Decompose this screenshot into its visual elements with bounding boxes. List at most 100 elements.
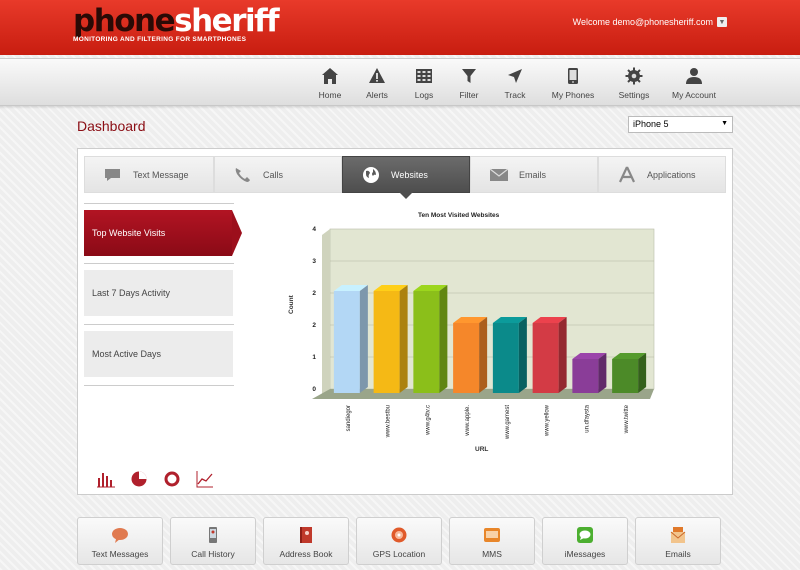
- chart-y-axis-label: Count: [288, 295, 295, 314]
- side-item-top-website-visits[interactable]: Top Website Visits: [84, 210, 242, 256]
- welcome-text: Welcome demo@phonesheriff.com: [572, 17, 713, 27]
- tab-label: Emails: [519, 169, 547, 180]
- tab-emails[interactable]: Emails: [470, 156, 598, 193]
- tab-websites[interactable]: Websites: [342, 156, 470, 199]
- chart-bar-side: [359, 285, 368, 393]
- user-icon: [686, 68, 702, 84]
- page-title: Dashboard: [77, 118, 146, 134]
- home-icon: [322, 68, 338, 84]
- nav-settings-label: Settings: [618, 90, 650, 100]
- nav-track[interactable]: Track: [487, 67, 543, 100]
- globe-icon: [361, 166, 381, 183]
- email-icon: [489, 167, 509, 183]
- tile-label: GPS Location: [372, 549, 426, 559]
- chart-bar: [572, 359, 599, 393]
- tab-text-message[interactable]: Text Message: [84, 156, 214, 193]
- logs-icon: [416, 69, 432, 83]
- nav-my-phones-label: My Phones: [551, 90, 595, 100]
- chart-x-tick-label: sandiegor: [346, 405, 352, 431]
- chart-bar-side: [638, 353, 647, 393]
- donut-chart-icon[interactable]: [163, 470, 181, 488]
- chart-bar-side: [598, 353, 607, 393]
- tile-imessages[interactable]: iMessages: [542, 517, 628, 565]
- imessage-icon: [577, 527, 593, 543]
- chart-type-switcher: [97, 470, 214, 488]
- chevron-down-icon: ▼: [721, 120, 728, 127]
- tile-emails[interactable]: Emails: [635, 517, 721, 565]
- chart-y-tick-label: 1: [312, 354, 316, 361]
- side-item-most-active-days[interactable]: Most Active Days: [84, 331, 233, 377]
- chart-y-tick-label: 0: [312, 386, 316, 393]
- nav-my-account-label: My Account: [672, 90, 716, 100]
- chart-bar: [413, 291, 440, 393]
- nav-track-label: Track: [504, 90, 526, 100]
- chart-bar: [453, 323, 480, 393]
- bar-chart: 0 1 2 2 3 4 sandiegor www.bestbu www.g4tv.c www.a…: [312, 226, 655, 440]
- welcome-menu[interactable]: Welcome demo@phonesheriff.com ▼: [573, 17, 727, 27]
- side-item-label: Most Active Days: [92, 349, 162, 359]
- call-icon: [233, 167, 253, 183]
- chart-bar-side: [439, 285, 448, 393]
- side-item-label: Top Website Visits: [92, 228, 166, 238]
- tab-applications[interactable]: Applications: [598, 156, 726, 193]
- tab-label: Websites: [391, 169, 428, 180]
- call-history-icon: [209, 527, 217, 543]
- phone-icon: [568, 68, 578, 84]
- chart-x-tick-label: www.apple.: [465, 405, 471, 437]
- chart-x-tick-label: un.dfaysta: [584, 404, 590, 432]
- chart-x-axis-label: URL: [475, 446, 489, 453]
- nav-my-phones[interactable]: My Phones: [545, 67, 601, 100]
- pie-chart-icon[interactable]: [130, 470, 148, 488]
- phone-select-value: iPhone 5: [633, 119, 669, 129]
- nav-my-account[interactable]: My Account: [666, 67, 722, 100]
- mms-icon: [484, 528, 500, 542]
- chart-bar: [333, 291, 360, 393]
- tab-label: Applications: [647, 169, 696, 180]
- chart-x-tick-label: www.bestbu: [386, 405, 392, 438]
- tab-calls[interactable]: Calls: [214, 156, 342, 193]
- tile-label: Call History: [191, 549, 235, 559]
- track-icon: [508, 69, 522, 83]
- bar-chart-icon[interactable]: [97, 470, 115, 488]
- phone-select[interactable]: iPhone 5 ▼: [628, 116, 733, 133]
- line-chart-icon[interactable]: [196, 470, 214, 488]
- divider: [84, 203, 234, 204]
- side-item-last-7-days-activity[interactable]: Last 7 Days Activity: [84, 270, 233, 316]
- side-item-label: Last 7 Days Activity: [92, 288, 171, 298]
- chart-side-wall: [322, 229, 330, 395]
- logo-text-phone: phone: [73, 3, 176, 39]
- chart-y-tick-label: 2: [312, 322, 316, 329]
- tile-label: Address Book: [279, 549, 333, 559]
- chart-x-tick-label: www.gamest: [505, 405, 511, 440]
- chat-icon: [103, 167, 123, 183]
- logo[interactable]: phonesheriff MONITORING AND FILTERING FO…: [73, 3, 280, 43]
- chart-x-tick-label: www.g4tv.c: [425, 405, 431, 436]
- chart-y-tick-label: 2: [312, 290, 316, 297]
- gps-icon: [391, 527, 407, 543]
- nav-settings[interactable]: Settings: [606, 67, 662, 100]
- tile-gps-location[interactable]: GPS Location: [356, 517, 442, 565]
- tile-label: MMS: [482, 549, 502, 559]
- divider: [84, 263, 234, 264]
- tab-label: Calls: [263, 169, 284, 180]
- apps-icon: [617, 166, 637, 183]
- chart-y-tick-label: 4: [312, 226, 316, 233]
- tile-text-messages[interactable]: Text Messages: [77, 517, 163, 565]
- sms-icon: [112, 528, 128, 543]
- chevron-down-icon[interactable]: ▼: [717, 17, 727, 27]
- chart-bar: [612, 359, 639, 393]
- chart-x-tick-label: www.twitte: [624, 404, 630, 434]
- chart-y-tick-label: 3: [312, 258, 316, 265]
- chart-bar-side: [518, 317, 527, 393]
- tab-label: Text Message: [133, 169, 189, 180]
- tile-label: Text Messages: [91, 549, 149, 559]
- tile-mms[interactable]: MMS: [449, 517, 535, 565]
- tile-call-history[interactable]: Call History: [170, 517, 256, 565]
- dashboard-panel: Text Message Calls Websites Emails Appli…: [77, 148, 733, 495]
- chart-bar: [373, 291, 400, 393]
- logo-text-sheriff: sheriff: [174, 3, 279, 39]
- chart-x-tick-label: www.yellow: [545, 404, 551, 437]
- main-nav: Home Alerts Logs Filter Track My Phones …: [0, 58, 800, 109]
- tile-address-book[interactable]: Address Book: [263, 517, 349, 565]
- chart-bar-side: [558, 317, 567, 393]
